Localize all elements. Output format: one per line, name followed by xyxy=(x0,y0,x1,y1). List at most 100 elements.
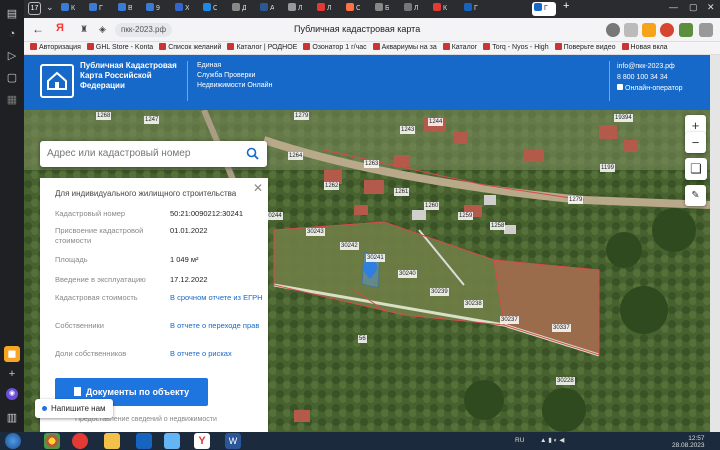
url-field[interactable]: пкк-2023.рф xyxy=(115,23,173,37)
active-tab[interactable]: Г xyxy=(532,2,556,16)
bookmark-item[interactable]: Аквариумы на за xyxy=(372,42,437,54)
collections-icon[interactable]: ▢ xyxy=(4,70,20,86)
browser-tab[interactable]: 9 xyxy=(144,2,160,16)
explorer-icon[interactable] xyxy=(104,433,120,449)
bookmark-icon[interactable]: ◈ xyxy=(99,24,106,35)
browser-tab[interactable]: К xyxy=(431,2,447,16)
search-box[interactable]: Адрес или кадастровый номер xyxy=(40,141,267,167)
browser-tab[interactable]: Г xyxy=(462,2,478,16)
browser-tab[interactable]: Д xyxy=(230,2,246,16)
parcel-number-label[interactable]: 1243 xyxy=(400,126,416,134)
search-input[interactable]: Адрес или кадастровый номер xyxy=(47,148,190,159)
yandex-browser-icon[interactable] xyxy=(72,433,88,449)
parcel-number-label[interactable]: 1247 xyxy=(144,116,160,124)
browser-tab[interactable]: C xyxy=(201,2,217,16)
parcel-number-label[interactable]: 1260 xyxy=(424,202,440,210)
start-icon[interactable] xyxy=(5,433,21,449)
page-scrollbar[interactable] xyxy=(710,55,720,432)
parcel-number-label[interactable]: 1259 xyxy=(458,212,474,220)
house-logo-icon[interactable] xyxy=(40,64,74,98)
play-icon[interactable]: ▷ xyxy=(4,48,20,64)
clock-icon[interactable]: ◔ xyxy=(4,26,20,42)
shares-report-link[interactable]: В отчете о рисках xyxy=(170,349,265,359)
layers-icon[interactable]: ❏ xyxy=(685,158,707,180)
language-indicator[interactable]: RU xyxy=(515,437,524,444)
bookmark-item[interactable]: Новая вкла xyxy=(621,42,668,54)
parcel-number-label[interactable]: 1262 xyxy=(324,182,340,190)
bookmark-item[interactable]: Каталог | РОДНОЕ xyxy=(227,42,297,54)
word-icon[interactable]: W xyxy=(225,433,241,449)
site-brand[interactable]: Публичная Кадастровая Карта Российской Ф… xyxy=(80,61,190,91)
owners-report-link[interactable]: В отчете о переходе прав xyxy=(170,321,265,331)
alice-icon[interactable]: ◉ xyxy=(6,388,18,400)
zoom-out-button[interactable]: − xyxy=(685,132,706,153)
chrome-icon[interactable] xyxy=(44,433,60,449)
parcel-number-label[interactable]: 1261 xyxy=(394,188,410,196)
addon-icon[interactable] xyxy=(679,23,693,37)
browser-tab[interactable]: C xyxy=(344,2,360,16)
profile-icon[interactable] xyxy=(660,23,674,37)
add-icon[interactable]: + xyxy=(4,366,20,382)
browser-tab[interactable]: В xyxy=(116,2,132,16)
back-icon[interactable]: ← xyxy=(32,22,44,36)
maximize-icon[interactable]: ▢ xyxy=(689,2,698,13)
browser-tab[interactable]: Л xyxy=(286,2,302,16)
photos-icon[interactable] xyxy=(164,433,180,449)
parcel-number-label[interactable]: 19394 xyxy=(614,114,633,122)
wallet-icon[interactable]: ◼ xyxy=(4,346,20,362)
parcel-number-label[interactable]: 30243 xyxy=(306,228,325,236)
grid-icon[interactable]: ▦ xyxy=(4,92,20,108)
close-window-icon[interactable]: ✕ xyxy=(707,2,715,13)
parcel-number-label[interactable]: 30337 xyxy=(552,324,571,332)
bookmark-item[interactable]: Авторизация xyxy=(30,42,81,54)
browser-tab[interactable]: Б xyxy=(373,2,389,16)
bookmark-item[interactable]: Каталог xyxy=(442,42,477,54)
parcel-number-label[interactable]: 1199 xyxy=(600,164,615,172)
chat-widget[interactable]: Напишите нам xyxy=(35,399,113,418)
downloads-icon[interactable] xyxy=(699,23,713,37)
bookmark-item[interactable]: Список желаний xyxy=(159,42,221,54)
clock[interactable]: 12:57 28.08.2023 xyxy=(672,435,705,449)
parcel-number-label[interactable]: 30239 xyxy=(430,288,449,296)
parcel-number-label[interactable]: 1279 xyxy=(294,112,310,120)
bookmark-item[interactable]: Поверьте видео xyxy=(554,42,616,54)
parcel-number-label[interactable]: 30240 xyxy=(398,270,417,278)
tab-count[interactable]: 17 xyxy=(28,2,41,15)
parcel-number-label[interactable]: 30242 xyxy=(340,242,359,250)
email-link[interactable]: info@пкк-2023.рф xyxy=(617,61,683,72)
cost-report-link[interactable]: В срочном отчете из ЕГРН xyxy=(170,293,265,303)
phone-link[interactable]: 8 800 100 34 34 xyxy=(617,72,683,83)
tray-icons[interactable]: ▲ ▮ ◐ ◀ xyxy=(540,437,564,444)
outlook-icon[interactable] xyxy=(136,433,152,449)
bookmark-item[interactable]: GHL Store - Konta xyxy=(86,42,153,54)
parcel-number-label[interactable]: 1244 xyxy=(428,118,444,126)
parcel-number-label[interactable]: 1263 xyxy=(364,160,380,168)
bookmark-item[interactable]: Torq - Nyos - High xyxy=(483,42,549,54)
browser-tab[interactable]: Л xyxy=(402,2,418,16)
browser-tab[interactable]: Х xyxy=(173,2,189,16)
browser-tab[interactable]: К xyxy=(59,2,75,16)
parcel-number-label[interactable]: 1268 xyxy=(96,112,112,120)
parcel-number-label[interactable]: 30237 xyxy=(500,316,519,324)
sidebar-panel-icon[interactable]: ▥ xyxy=(4,410,20,426)
yandex-app-icon[interactable]: Y xyxy=(194,433,210,449)
chevron-down-icon[interactable]: ⌄ xyxy=(46,2,54,13)
parcel-number-label[interactable]: 1258 xyxy=(490,222,506,230)
parcel-number-label[interactable]: 1279 xyxy=(568,196,584,204)
yandex-icon[interactable]: Я xyxy=(56,22,64,34)
parcel-number-label[interactable]: 30228 xyxy=(556,377,575,385)
bookmark-item[interactable]: Озонатор 1 г/час xyxy=(303,42,367,54)
browser-tab[interactable]: Л xyxy=(315,2,331,16)
bookmark-star-icon[interactable] xyxy=(642,23,656,37)
extension-icon[interactable] xyxy=(624,23,638,37)
operator-link[interactable]: Онлайн-оператор xyxy=(617,83,683,94)
translate-icon[interactable] xyxy=(606,23,620,37)
browser-tab[interactable]: A xyxy=(258,2,274,16)
parcel-number-label[interactable]: 1264 xyxy=(288,152,304,160)
browser-tab[interactable]: Г xyxy=(87,2,103,16)
parcel-number-label[interactable]: 56 xyxy=(358,335,367,343)
shield-icon[interactable]: ♜ xyxy=(80,24,88,35)
new-tab-button[interactable]: + xyxy=(563,0,569,12)
menu-icon[interactable]: ▤ xyxy=(4,6,20,22)
ruler-icon[interactable]: ✎ xyxy=(685,185,706,206)
